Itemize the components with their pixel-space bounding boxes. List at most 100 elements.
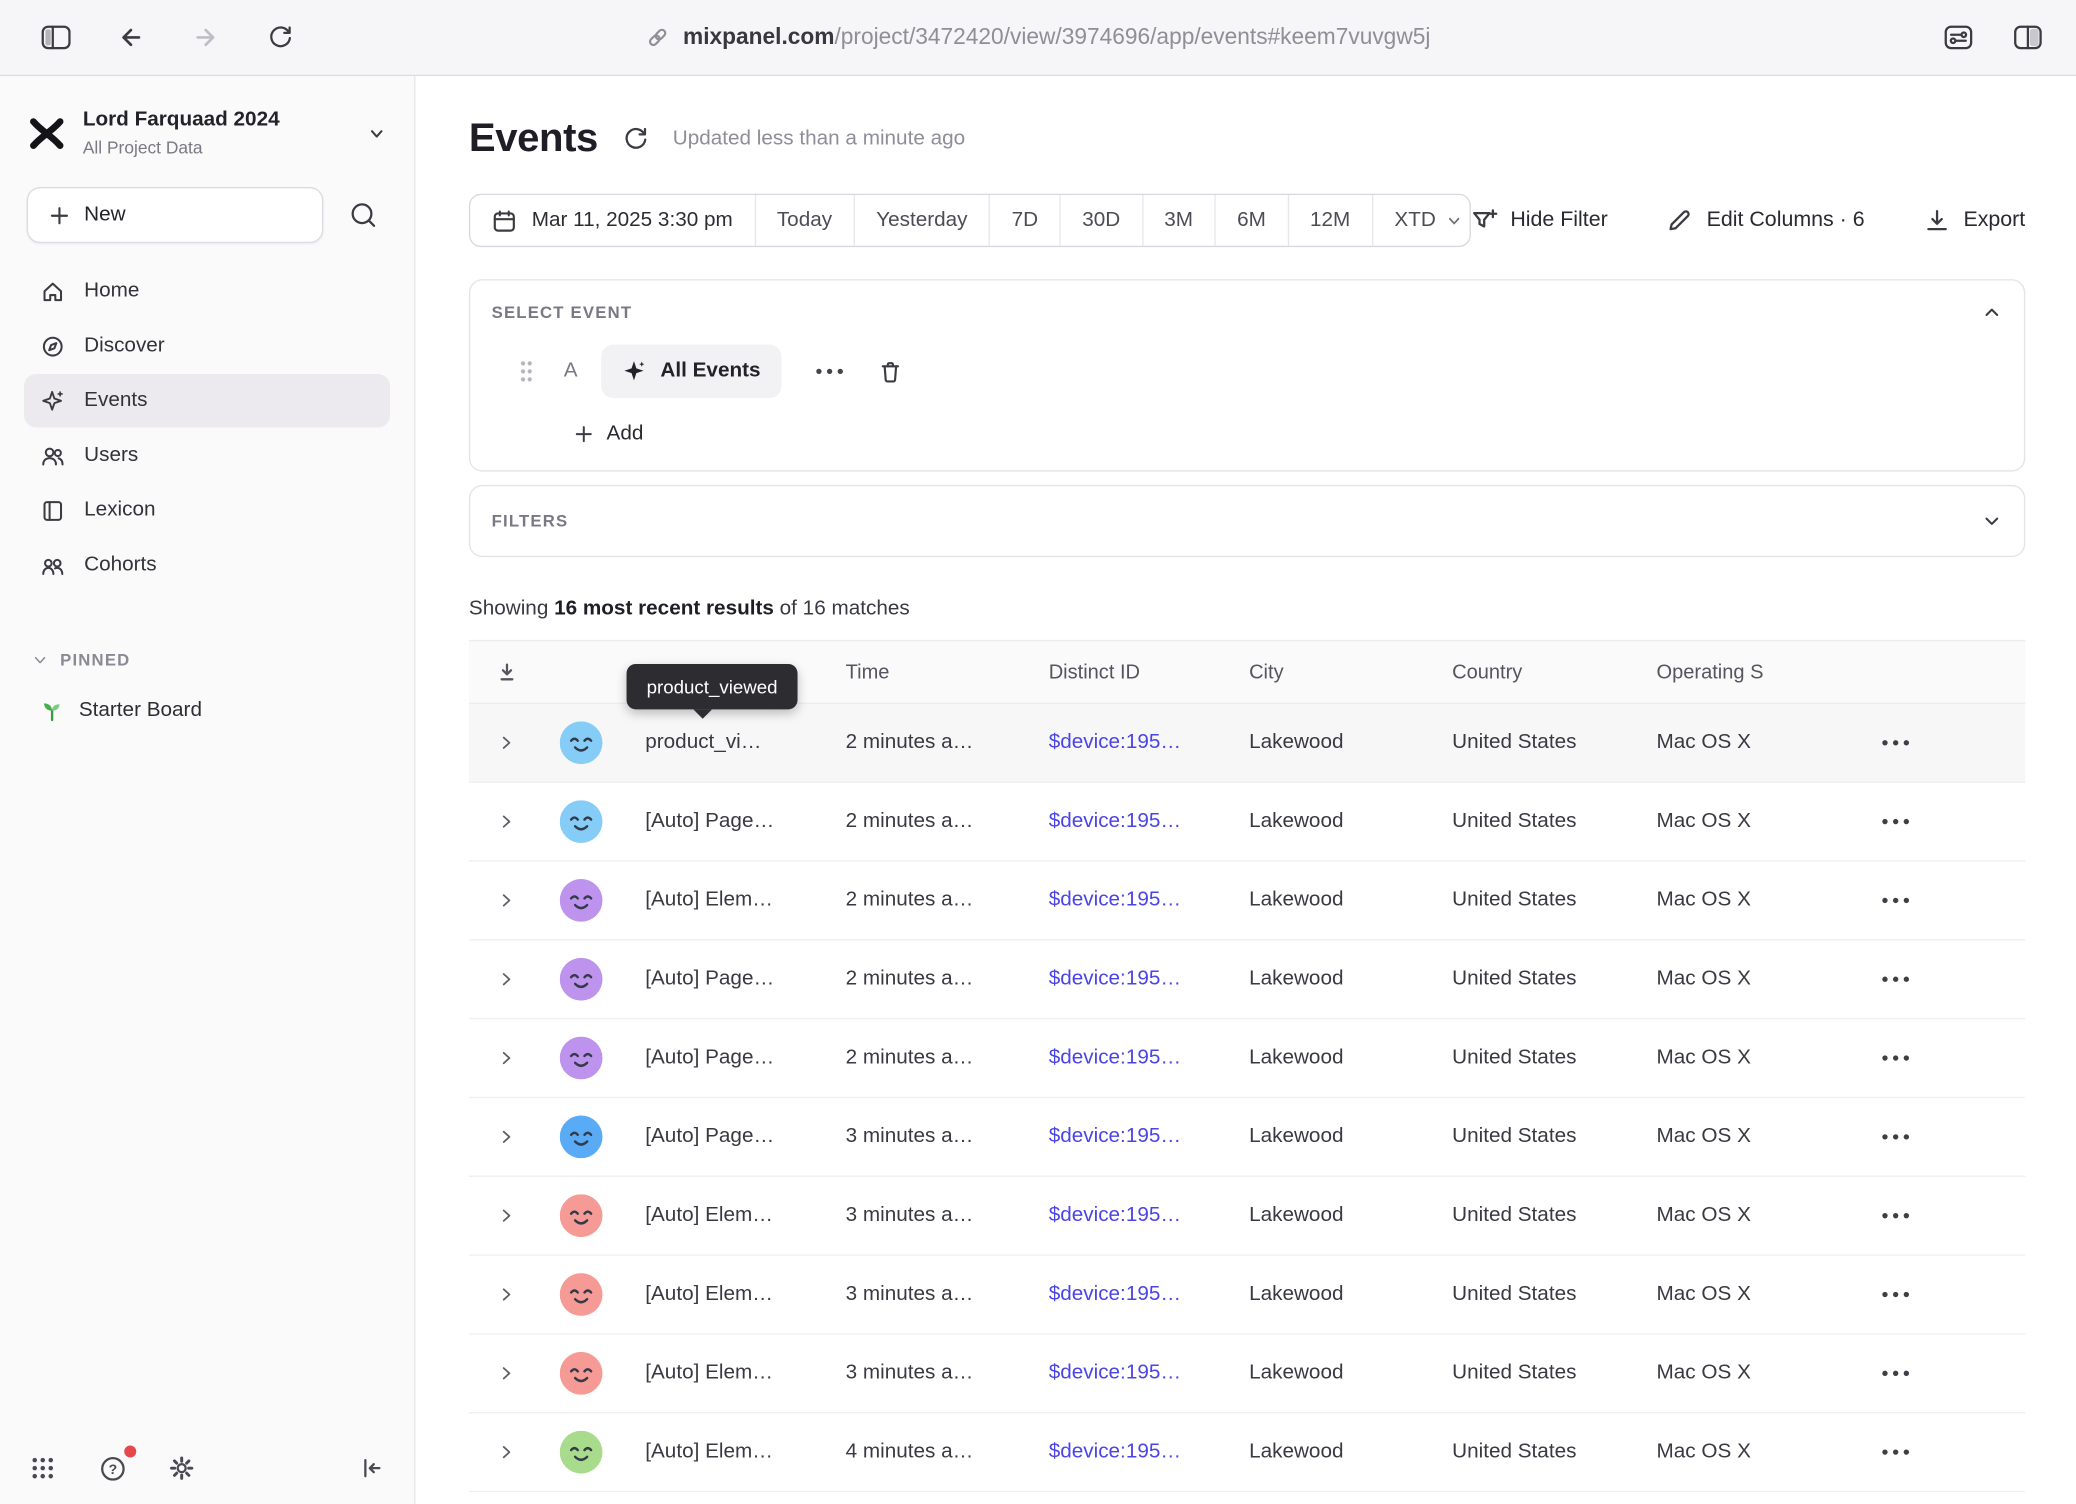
sidebar-item-home[interactable]: Home	[24, 265, 390, 318]
sidebar-item-discover[interactable]: Discover	[24, 320, 390, 373]
event-name-cell[interactable]: [Auto] Elem…	[619, 1361, 833, 1385]
row-actions-button[interactable]	[1872, 966, 1920, 993]
table-row[interactable]: [Auto] Elem… 4 minutes a… $device:195… L…	[469, 1413, 2025, 1492]
row-expander-icon[interactable]	[469, 1364, 544, 1383]
sidebar-item-users[interactable]: Users	[24, 429, 390, 482]
range-30d[interactable]: 30D	[1059, 195, 1141, 246]
distinct-id-column-header[interactable]: Distinct ID	[1035, 661, 1235, 684]
distinct-id-link[interactable]: $device:195…	[1035, 1125, 1235, 1149]
export-button[interactable]: Export	[1923, 207, 2025, 234]
country-column-header[interactable]: Country	[1439, 661, 1643, 684]
row-expander-icon[interactable]	[469, 1049, 544, 1068]
event-name-cell[interactable]: [Auto] Elem…	[619, 888, 833, 912]
row-expander-icon[interactable]	[469, 1443, 544, 1462]
time-column-header[interactable]: Time	[832, 661, 1035, 684]
table-row[interactable]: [Auto] Page… 2 minutes a… $device:195… L…	[469, 940, 2025, 1019]
event-selector-chip[interactable]: All Events	[602, 345, 782, 398]
date-picker-button[interactable]: Mar 11, 2025 3:30 pm	[470, 195, 754, 246]
row-actions-button[interactable]	[1872, 887, 1920, 914]
settings-gear-icon[interactable]	[160, 1447, 203, 1490]
table-row[interactable]: [Auto] Page… 2 minutes a… $device:195… L…	[469, 783, 2025, 862]
event-name-cell[interactable]: [Auto] Page…	[619, 967, 833, 991]
row-actions-button[interactable]	[1872, 1124, 1920, 1151]
distinct-id-link[interactable]: $device:195…	[1035, 1440, 1235, 1464]
new-button[interactable]: New	[27, 187, 324, 243]
hide-filter-button[interactable]: Hide Filter	[1470, 207, 1607, 234]
apps-grid-icon[interactable]	[21, 1447, 64, 1490]
expand-filters-icon[interactable]	[1981, 510, 2002, 531]
edit-columns-button[interactable]: Edit Columns · 6	[1667, 207, 1865, 234]
collapse-panel-icon[interactable]	[1981, 302, 2002, 323]
browser-chrome: mixpanel.com/project/3472420/view/397469…	[0, 0, 2076, 76]
sidebar-item-lexicon[interactable]: Lexicon	[24, 484, 390, 537]
refresh-icon[interactable]	[619, 123, 651, 155]
collapse-sidebar-icon[interactable]	[350, 1447, 393, 1490]
distinct-id-link[interactable]: $device:195…	[1035, 967, 1235, 991]
reload-icon[interactable]	[259, 16, 302, 59]
row-actions-button[interactable]	[1872, 729, 1920, 756]
table-row[interactable]: [Auto] Elem… 3 minutes a… $device:195… L…	[469, 1335, 2025, 1414]
sidebar-item-starter-board[interactable]: Starter Board	[24, 686, 390, 737]
back-icon[interactable]	[110, 16, 153, 59]
row-expander-icon[interactable]	[469, 970, 544, 989]
sidebar-item-cohorts[interactable]: Cohorts	[24, 539, 390, 592]
event-name-cell[interactable]: [Auto] Page…	[619, 1125, 833, 1149]
project-switcher[interactable]: Lord Farquaad 2024 All Project Data	[0, 76, 414, 158]
range-xtd[interactable]: XTD	[1372, 195, 1471, 246]
city-column-header[interactable]: City	[1236, 661, 1439, 684]
split-view-icon[interactable]	[2007, 16, 2050, 59]
event-name-cell[interactable]: product_vi…	[619, 731, 833, 755]
drag-handle-icon[interactable]	[518, 359, 534, 383]
event-name-cell[interactable]: [Auto] Page…	[619, 1046, 833, 1070]
distinct-id-link[interactable]: $device:195…	[1035, 810, 1235, 834]
delete-event-icon[interactable]	[878, 359, 903, 384]
row-expander-icon[interactable]	[469, 1206, 544, 1225]
table-row[interactable]: [Auto] Elem… 2 minutes a… $device:195… L…	[469, 862, 2025, 941]
browser-sidebar-toggle-icon[interactable]	[35, 16, 78, 59]
event-name-cell[interactable]: [Auto] Elem…	[619, 1282, 833, 1306]
range-12m[interactable]: 12M	[1287, 195, 1371, 246]
pinned-section-header[interactable]: PINNED	[0, 651, 414, 670]
os-column-header[interactable]: Operating S	[1643, 661, 1781, 684]
row-expander-icon[interactable]	[469, 1285, 544, 1304]
pencil-icon	[1667, 207, 1694, 234]
row-expander-icon[interactable]	[469, 891, 544, 910]
row-actions-button[interactable]	[1872, 808, 1920, 835]
row-expander-icon[interactable]	[469, 812, 544, 831]
row-expander-icon[interactable]	[469, 733, 544, 752]
distinct-id-link[interactable]: $device:195…	[1035, 1361, 1235, 1385]
table-row[interactable]: [Auto] Page… 3 minutes a… $device:195… L…	[469, 1098, 2025, 1177]
range-today[interactable]: Today	[754, 195, 853, 246]
table-row[interactable]: [Auto] Elem… 3 minutes a… $device:195… L…	[469, 1177, 2025, 1256]
row-actions-button[interactable]	[1872, 1281, 1920, 1308]
range-7d[interactable]: 7D	[989, 195, 1060, 246]
table-row[interactable]	[469, 1492, 2025, 1504]
distinct-id-link[interactable]: $device:195…	[1035, 888, 1235, 912]
search-button[interactable]	[337, 189, 390, 242]
sidebar-item-events[interactable]: Events	[24, 374, 390, 427]
browser-settings-icon[interactable]	[1937, 16, 1980, 59]
distinct-id-link[interactable]: $device:195…	[1035, 1204, 1235, 1228]
address-bar[interactable]: mixpanel.com/project/3472420/view/397469…	[646, 24, 1431, 51]
row-actions-button[interactable]	[1872, 1360, 1920, 1387]
distinct-id-link[interactable]: $device:195…	[1035, 731, 1235, 755]
table-row[interactable]: [Auto] Page… 2 minutes a… $device:195… L…	[469, 1019, 2025, 1098]
distinct-id-link[interactable]: $device:195…	[1035, 1046, 1235, 1070]
range-6m[interactable]: 6M	[1214, 195, 1287, 246]
help-icon[interactable]: ?	[91, 1447, 134, 1490]
table-row[interactable]: [Auto] Elem… 3 minutes a… $device:195… L…	[469, 1256, 2025, 1335]
row-actions-button[interactable]	[1872, 1439, 1920, 1466]
os-cell: Mac OS X	[1643, 1046, 1781, 1070]
add-event-button[interactable]: Add	[574, 422, 643, 446]
collapse-all-rows-icon[interactable]	[469, 661, 544, 684]
event-name-cell[interactable]: [Auto] Page…	[619, 810, 833, 834]
distinct-id-link[interactable]: $device:195…	[1035, 1282, 1235, 1306]
row-actions-button[interactable]	[1872, 1202, 1920, 1229]
row-expander-icon[interactable]	[469, 1128, 544, 1147]
row-actions-button[interactable]	[1872, 1045, 1920, 1072]
event-name-cell[interactable]: [Auto] Elem…	[619, 1440, 833, 1464]
event-options-button[interactable]	[806, 358, 854, 385]
event-name-cell[interactable]: [Auto] Elem…	[619, 1204, 833, 1228]
range-yesterday[interactable]: Yesterday	[853, 195, 988, 246]
range-3m[interactable]: 3M	[1142, 195, 1215, 246]
